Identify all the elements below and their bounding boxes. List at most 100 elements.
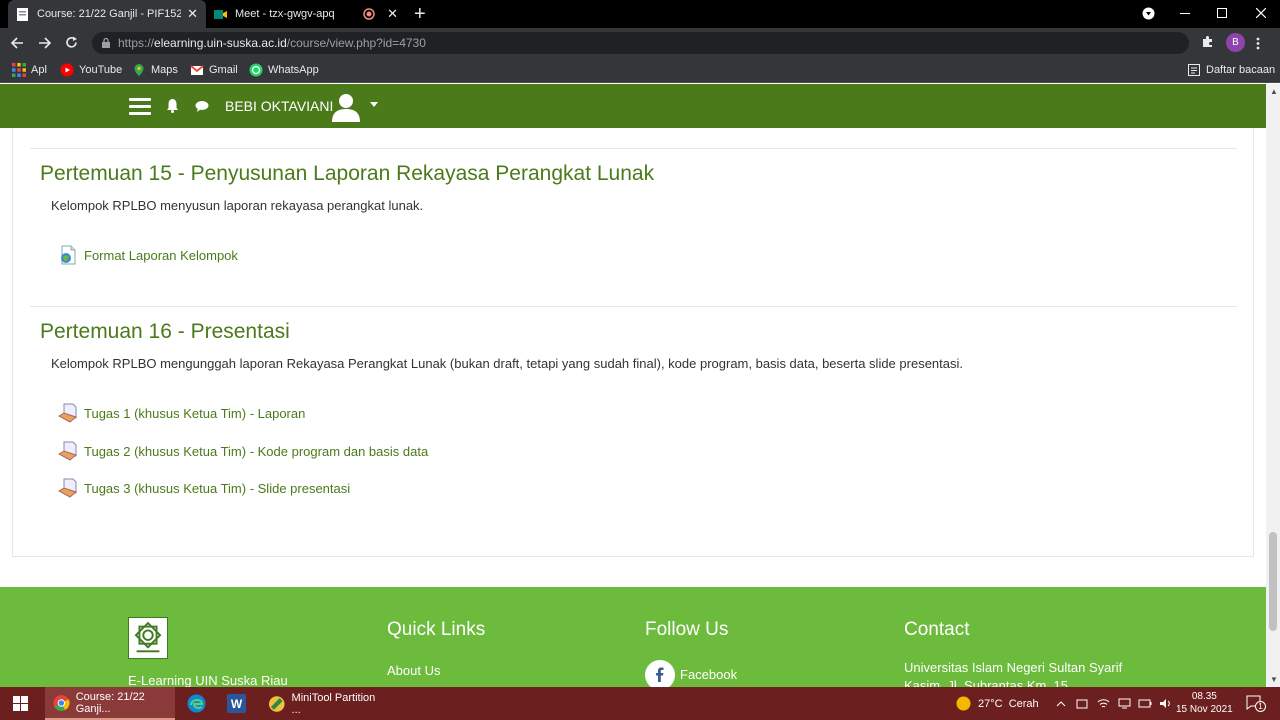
taskbar-chrome[interactable]: Course: 21/22 Ganji... [45, 687, 175, 720]
show-hidden-icons-icon[interactable] [1056, 700, 1066, 707]
back-icon[interactable] [11, 37, 24, 49]
hamburger-menu-icon[interactable] [129, 98, 151, 115]
whatsapp-icon [249, 63, 263, 77]
assignment-icon [58, 441, 78, 461]
scroll-thumb[interactable] [1269, 532, 1277, 631]
user-name[interactable]: BEBI OKTAVIANI [225, 98, 333, 114]
weather-widget[interactable]: 27°C Cerah [955, 687, 1039, 720]
scroll-down-arrow-icon[interactable]: ▼ [1270, 675, 1278, 684]
reading-list-label: Daftar bacaan [1206, 64, 1276, 76]
browser-toolbar: https://elearning.uin-suska.ac.id/course… [0, 28, 1280, 58]
meet-now-icon[interactable] [1076, 698, 1088, 710]
contact-address: Universitas Islam Negeri Sultan Syarif K… [904, 660, 1123, 687]
user-avatar-icon[interactable] [332, 92, 360, 122]
extensions-puzzle-icon[interactable] [1201, 35, 1214, 48]
bookmark-label: YouTube [79, 64, 123, 76]
activity-label: Tugas 1 (khusus Ketua Tim) - Laporan [84, 405, 306, 421]
recording-icon [363, 8, 375, 20]
tab-title: Meet - tzx-gwgv-apq [235, 8, 335, 20]
close-window-icon[interactable] [1256, 8, 1266, 18]
address-bar[interactable]: https://elearning.uin-suska.ac.id/course… [92, 32, 1189, 54]
gmail-icon [190, 65, 204, 75]
tab-course[interactable]: Course: 21/22 Ganjil - PIF1524 A ✕ [8, 0, 206, 28]
forward-icon[interactable] [38, 37, 51, 49]
profile-avatar[interactable]: B [1226, 33, 1245, 52]
activity-assignment-link[interactable]: Tugas 3 (khusus Ketua Tim) - Slide prese… [58, 478, 350, 498]
word-icon[interactable]: W [227, 694, 246, 713]
svg-text:W: W [231, 697, 243, 711]
apps-grid-icon [12, 63, 26, 77]
footer-brand: E-Learning UIN Suska Riau [128, 673, 288, 687]
reading-list[interactable]: Daftar bacaan [1187, 63, 1275, 77]
url-host: elearning.uin-suska.ac.id [154, 36, 287, 50]
section-title: Pertemuan 16 - Presentasi [40, 320, 290, 343]
activity-label: Format Laporan Kelompok [84, 247, 238, 263]
wifi-icon[interactable] [1097, 698, 1110, 709]
section-summary: Kelompok RPLBO menyusun laporan rekayasa… [51, 198, 424, 213]
tab-meet[interactable]: Meet - tzx-gwgv-apq ✕ [206, 0, 406, 28]
activity-resource-link[interactable]: Format Laporan Kelompok [58, 245, 238, 265]
close-tab-icon[interactable]: ✕ [187, 6, 198, 22]
youtube-icon [60, 63, 74, 77]
activity-label: Tugas 3 (khusus Ketua Tim) - Slide prese… [84, 480, 351, 496]
about-us-link[interactable]: About Us [387, 663, 440, 678]
bookmark-label: Maps [151, 64, 178, 76]
system-clock[interactable]: 08.35 15 Nov 2021 [1176, 690, 1233, 716]
scroll-up-arrow-icon[interactable]: ▲ [1270, 87, 1278, 96]
bookmark-youtube[interactable]: YouTube [60, 63, 122, 77]
activity-assignment-link[interactable]: Tugas 2 (khusus Ketua Tim) - Kode progra… [58, 441, 428, 461]
facebook-link[interactable]: Facebook [680, 667, 737, 682]
notification-bell-icon[interactable] [166, 98, 179, 113]
site-navbar: BEBI OKTAVIANI [0, 84, 1266, 128]
quick-links-heading: Quick Links [387, 619, 486, 640]
facebook-icon[interactable] [645, 660, 675, 687]
section-title: Pertemuan 15 - Penyusunan Laporan Rekaya… [40, 162, 655, 185]
windows-taskbar: Course: 21/22 Ganji... W MiniTool Partit… [0, 687, 1280, 720]
bookmark-label: WhatsApp [268, 64, 319, 76]
windows-start-icon[interactable] [13, 696, 28, 711]
edge-icon[interactable] [187, 694, 206, 713]
messages-bubble-icon[interactable] [195, 100, 209, 112]
taskbar-label: Course: 21/22 Ganji... [75, 690, 145, 715]
bookmark-gmail[interactable]: Gmail [190, 63, 238, 77]
new-tab-button[interactable]: + [414, 3, 426, 26]
uin-suska-logo-icon [128, 617, 168, 659]
browser-tab-strip: Course: 21/22 Ganjil - PIF1524 A ✕ Meet … [0, 0, 1280, 28]
taskbar-label: MiniTool Partition ... [291, 691, 376, 716]
section-divider [30, 306, 1237, 307]
bookmark-label: Apl [31, 64, 47, 76]
activity-assignment-link[interactable]: Tugas 1 (khusus Ketua Tim) - Laporan [58, 403, 305, 423]
display-icon[interactable] [1118, 698, 1131, 709]
page-favicon-icon [17, 7, 28, 21]
bookmark-apps[interactable]: Apl [12, 63, 47, 77]
reading-list-icon [1188, 64, 1200, 76]
tab-title: Course: 21/22 Ganjil - PIF1524 A [37, 8, 182, 20]
maximize-icon[interactable] [1217, 8, 1227, 18]
page-scrollbar[interactable]: ▲ ▼ [1266, 84, 1280, 687]
system-tray [1056, 687, 1172, 720]
user-menu-caret-icon[interactable] [370, 102, 378, 107]
bookmark-label: Gmail [209, 64, 238, 76]
more-menu-icon[interactable] [1256, 37, 1260, 50]
weather-text: 27°C Cerah [978, 697, 1039, 710]
url-resource-icon [61, 245, 76, 265]
contact-heading: Contact [904, 619, 970, 640]
volume-icon[interactable] [1159, 698, 1172, 709]
close-tab-icon[interactable]: ✕ [387, 6, 398, 22]
bookmark-whatsapp[interactable]: WhatsApp [249, 63, 319, 77]
section-summary: Kelompok RPLBO mengunggah laporan Rekaya… [51, 356, 963, 371]
tab-search-icon[interactable] [1142, 7, 1155, 20]
reload-icon[interactable] [65, 36, 78, 49]
clock-date: 15 Nov 2021 [1176, 704, 1233, 715]
assignment-icon [58, 403, 78, 423]
weather-sun-icon [956, 696, 971, 711]
bookmark-maps[interactable]: Maps [132, 63, 178, 77]
notification-count-badge: 1 [1255, 701, 1266, 712]
taskbar-minitool[interactable]: MiniTool Partition ... [260, 687, 385, 720]
follow-us-heading: Follow Us [645, 619, 729, 640]
minimize-icon[interactable] [1180, 13, 1190, 14]
url-protocol: https:// [118, 36, 155, 50]
battery-icon[interactable] [1138, 699, 1152, 708]
notification-center[interactable]: 1 [1246, 695, 1266, 715]
activity-label: Tugas 2 (khusus Ketua Tim) - Kode progra… [84, 443, 429, 459]
